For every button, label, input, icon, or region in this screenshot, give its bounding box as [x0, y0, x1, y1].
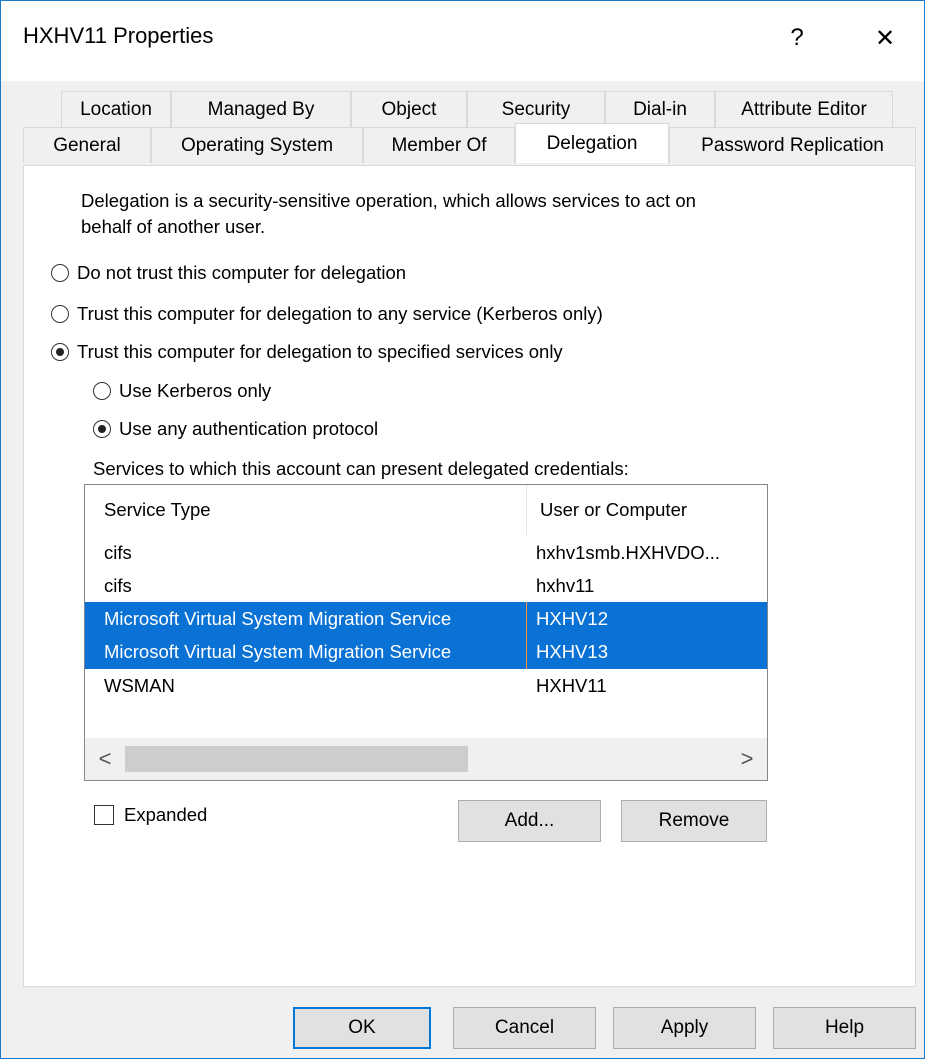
radio-label: Trust this computer for delegation to an… [77, 303, 603, 324]
radio-button [93, 382, 111, 400]
radio-label: Trust this computer for delegation to sp… [77, 341, 563, 362]
tab-operating-system[interactable]: Operating System [151, 127, 363, 163]
table-row[interactable]: WSMAN HXHV11 [85, 669, 767, 703]
ok-button[interactable]: OK [293, 1007, 431, 1049]
remove-button[interactable]: Remove [621, 800, 767, 842]
radio-use-any-auth-protocol[interactable]: Use any authentication protocol [93, 418, 378, 440]
column-header-user-or-computer[interactable]: User or Computer [540, 499, 687, 521]
cell-service: Microsoft Virtual System Migration Servi… [104, 641, 452, 662]
radio-use-kerberos-only[interactable]: Use Kerberos only [93, 380, 271, 402]
tab-general[interactable]: General [23, 127, 151, 163]
close-button[interactable]: ✕ [857, 15, 913, 61]
radio-label: Use Kerberos only [119, 380, 272, 401]
table-row-selected[interactable]: Microsoft Virtual System Migration Servi… [85, 635, 767, 669]
tab-delegation[interactable]: Delegation [515, 123, 669, 163]
column-separator [526, 635, 527, 669]
horizontal-scrollbar[interactable]: < > [85, 738, 767, 780]
help-button[interactable]: ? [769, 15, 825, 61]
cell-service: WSMAN [104, 675, 175, 696]
scrollbar-thumb[interactable] [125, 746, 468, 772]
radio-button-selected [51, 343, 69, 361]
cancel-button[interactable]: Cancel [453, 1007, 596, 1049]
services-label: Services to which this account can prese… [93, 458, 629, 479]
radio-label: Use any authentication protocol [119, 418, 379, 439]
table-row[interactable]: cifs hxhv1smb.HXHVDO... [85, 536, 767, 570]
expanded-checkbox[interactable]: Expanded [94, 804, 207, 826]
table-row-selected[interactable]: Microsoft Virtual System Migration Servi… [85, 602, 767, 636]
tab-managed-by[interactable]: Managed By [171, 91, 351, 127]
radio-button [51, 264, 69, 282]
tab-dial-in[interactable]: Dial-in [605, 91, 715, 127]
description-line-1: Delegation is a security-sensitive opera… [81, 190, 696, 211]
tab-attribute-editor[interactable]: Attribute Editor [715, 91, 893, 127]
cell-target: HXHV11 [536, 675, 607, 696]
close-icon: ✕ [874, 24, 896, 52]
checkbox-box [94, 805, 114, 825]
help-footer-button[interactable]: Help [773, 1007, 916, 1049]
cell-service: cifs [104, 575, 132, 596]
services-list[interactable]: Service Type User or Computer cifs hxhv1… [84, 484, 768, 781]
tab-password-replication[interactable]: Password Replication [669, 127, 916, 163]
radio-label: Do not trust this computer for delegatio… [77, 262, 407, 283]
radio-button-selected [93, 420, 111, 438]
radio-do-not-trust[interactable]: Do not trust this computer for delegatio… [51, 262, 406, 284]
table-row[interactable]: cifs hxhv11 [85, 569, 767, 603]
cell-target: HXHV13 [536, 641, 608, 662]
column-header-service-type[interactable]: Service Type [104, 499, 211, 521]
tab-location[interactable]: Location [61, 91, 171, 127]
cell-target: HXHV12 [536, 608, 608, 629]
column-separator[interactable] [526, 485, 527, 535]
checkbox-label: Expanded [124, 804, 208, 825]
description-line-2: behalf of another user. [81, 216, 266, 237]
properties-dialog: HXHV11 Properties ? ✕ Location Managed B… [0, 0, 925, 1059]
dialog-title: HXHV11 Properties [23, 23, 214, 48]
add-button[interactable]: Add... [458, 800, 601, 842]
cell-service: cifs [104, 542, 132, 563]
tab-member-of[interactable]: Member Of [363, 127, 515, 163]
column-separator [526, 602, 527, 636]
cell-service: Microsoft Virtual System Migration Servi… [104, 608, 452, 629]
scroll-left-arrow-icon[interactable]: < [85, 738, 125, 780]
title-bar: HXHV11 Properties ? ✕ [1, 1, 924, 81]
apply-button[interactable]: Apply [613, 1007, 756, 1049]
scroll-right-arrow-icon[interactable]: > [727, 738, 767, 780]
tab-security[interactable]: Security [467, 91, 605, 127]
radio-trust-any-service[interactable]: Trust this computer for delegation to an… [51, 303, 603, 325]
radio-button [51, 305, 69, 323]
delegation-panel: Delegation is a security-sensitive opera… [23, 165, 916, 987]
tab-object[interactable]: Object [351, 91, 467, 127]
list-header: Service Type User or Computer [85, 485, 767, 535]
cell-target: hxhv11 [536, 575, 595, 596]
cell-target: hxhv1smb.HXHVDO... [536, 542, 721, 563]
radio-trust-specified-services[interactable]: Trust this computer for delegation to sp… [51, 341, 563, 363]
